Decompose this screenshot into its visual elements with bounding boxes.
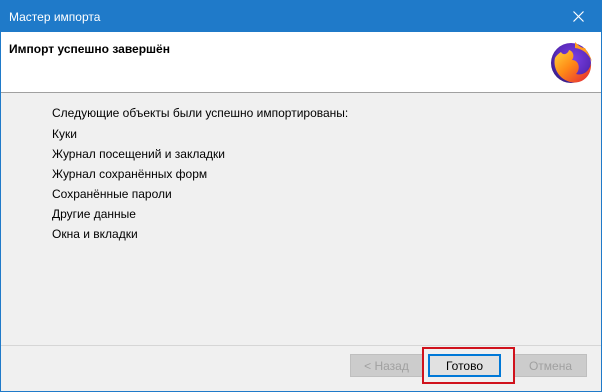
cancel-button[interactable]: Отмена [514,354,587,377]
finish-button[interactable]: Готово [428,354,501,377]
footer-divider [1,345,601,346]
list-item: Куки [52,127,77,141]
wizard-header: Импорт успешно завершён [1,32,601,93]
title-bar[interactable]: Мастер импорта [1,1,601,32]
list-item: Журнал посещений и закладки [52,147,225,161]
list-item: Журнал сохранённых форм [52,167,208,181]
firefox-logo-icon [551,42,592,83]
back-button[interactable]: < Назад [350,354,423,377]
wizard-content: Следующие объекты были успешно импортиро… [1,93,601,345]
list-item: Окна и вкладки [52,227,138,241]
close-icon [572,11,584,22]
imported-items-list: Куки Журнал посещений и закладки Журнал … [52,126,225,246]
intro-text: Следующие объекты были успешно импортиро… [52,106,349,120]
list-item: Другие данные [52,207,136,221]
page-title: Импорт успешно завершён [9,42,170,56]
close-button[interactable] [555,1,601,32]
list-item: Сохранённые пароли [52,187,172,201]
window-title: Мастер импорта [9,10,101,24]
import-wizard-window: Мастер импорта Импорт успешно завершён С… [0,0,602,392]
